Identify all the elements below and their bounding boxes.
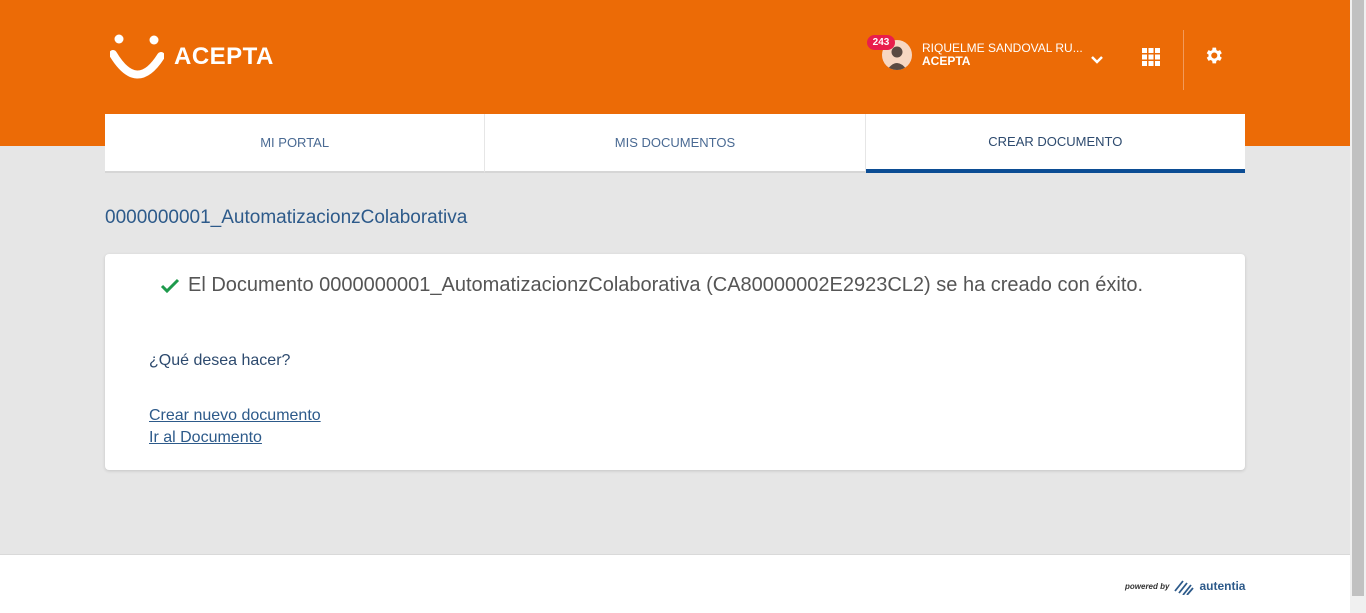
result-card: El Documento 0000000001_AutomatizacionzC…	[105, 254, 1245, 470]
go-to-document-link[interactable]: Ir al Documento	[149, 429, 262, 447]
gear-icon[interactable]	[1203, 45, 1224, 71]
acepta-logo-icon	[110, 34, 164, 79]
autentia-logo-icon	[1174, 580, 1195, 595]
tab-crear-documento[interactable]: CREAR DOCUMENTO	[865, 114, 1245, 173]
powered-by-autentia[interactable]: powered by autentia	[1125, 577, 1245, 595]
header-divider	[1183, 30, 1184, 90]
user-org: ACEPTA	[922, 54, 971, 68]
user-menu[interactable]: RIQUELME SANDOVAL RU... ACEPTA	[882, 40, 1083, 70]
main-tabs: MI PORTAL MIS DOCUMENTOS CREAR DOCUMENTO	[105, 114, 1245, 173]
question-text: ¿Qué desea hacer?	[149, 352, 291, 369]
success-text: El Documento 0000000001_AutomatizacionzC…	[188, 274, 1144, 296]
check-icon	[160, 278, 180, 293]
tab-mis-documentos[interactable]: MIS DOCUMENTOS	[485, 114, 866, 173]
success-message: El Documento 0000000001_AutomatizacionzC…	[160, 274, 1143, 297]
logo-text: ACEPTA	[174, 43, 274, 70]
create-new-document-link[interactable]: Crear nuevo documento	[149, 407, 321, 425]
notification-badge[interactable]: 243	[867, 35, 895, 50]
autentia-brand: autentia	[1199, 579, 1246, 593]
tab-mi-portal[interactable]: MI PORTAL	[105, 114, 486, 173]
apps-grid-icon[interactable]	[1142, 48, 1160, 71]
chevron-down-icon[interactable]	[1090, 52, 1104, 70]
page-title: 0000000001_AutomatizacionzColaborativa	[105, 207, 468, 228]
scrollbar-thumb[interactable]	[1352, 0, 1364, 596]
acepta-logo[interactable]: ACEPTA	[110, 34, 274, 80]
powered-by-label: powered by	[1125, 581, 1170, 591]
